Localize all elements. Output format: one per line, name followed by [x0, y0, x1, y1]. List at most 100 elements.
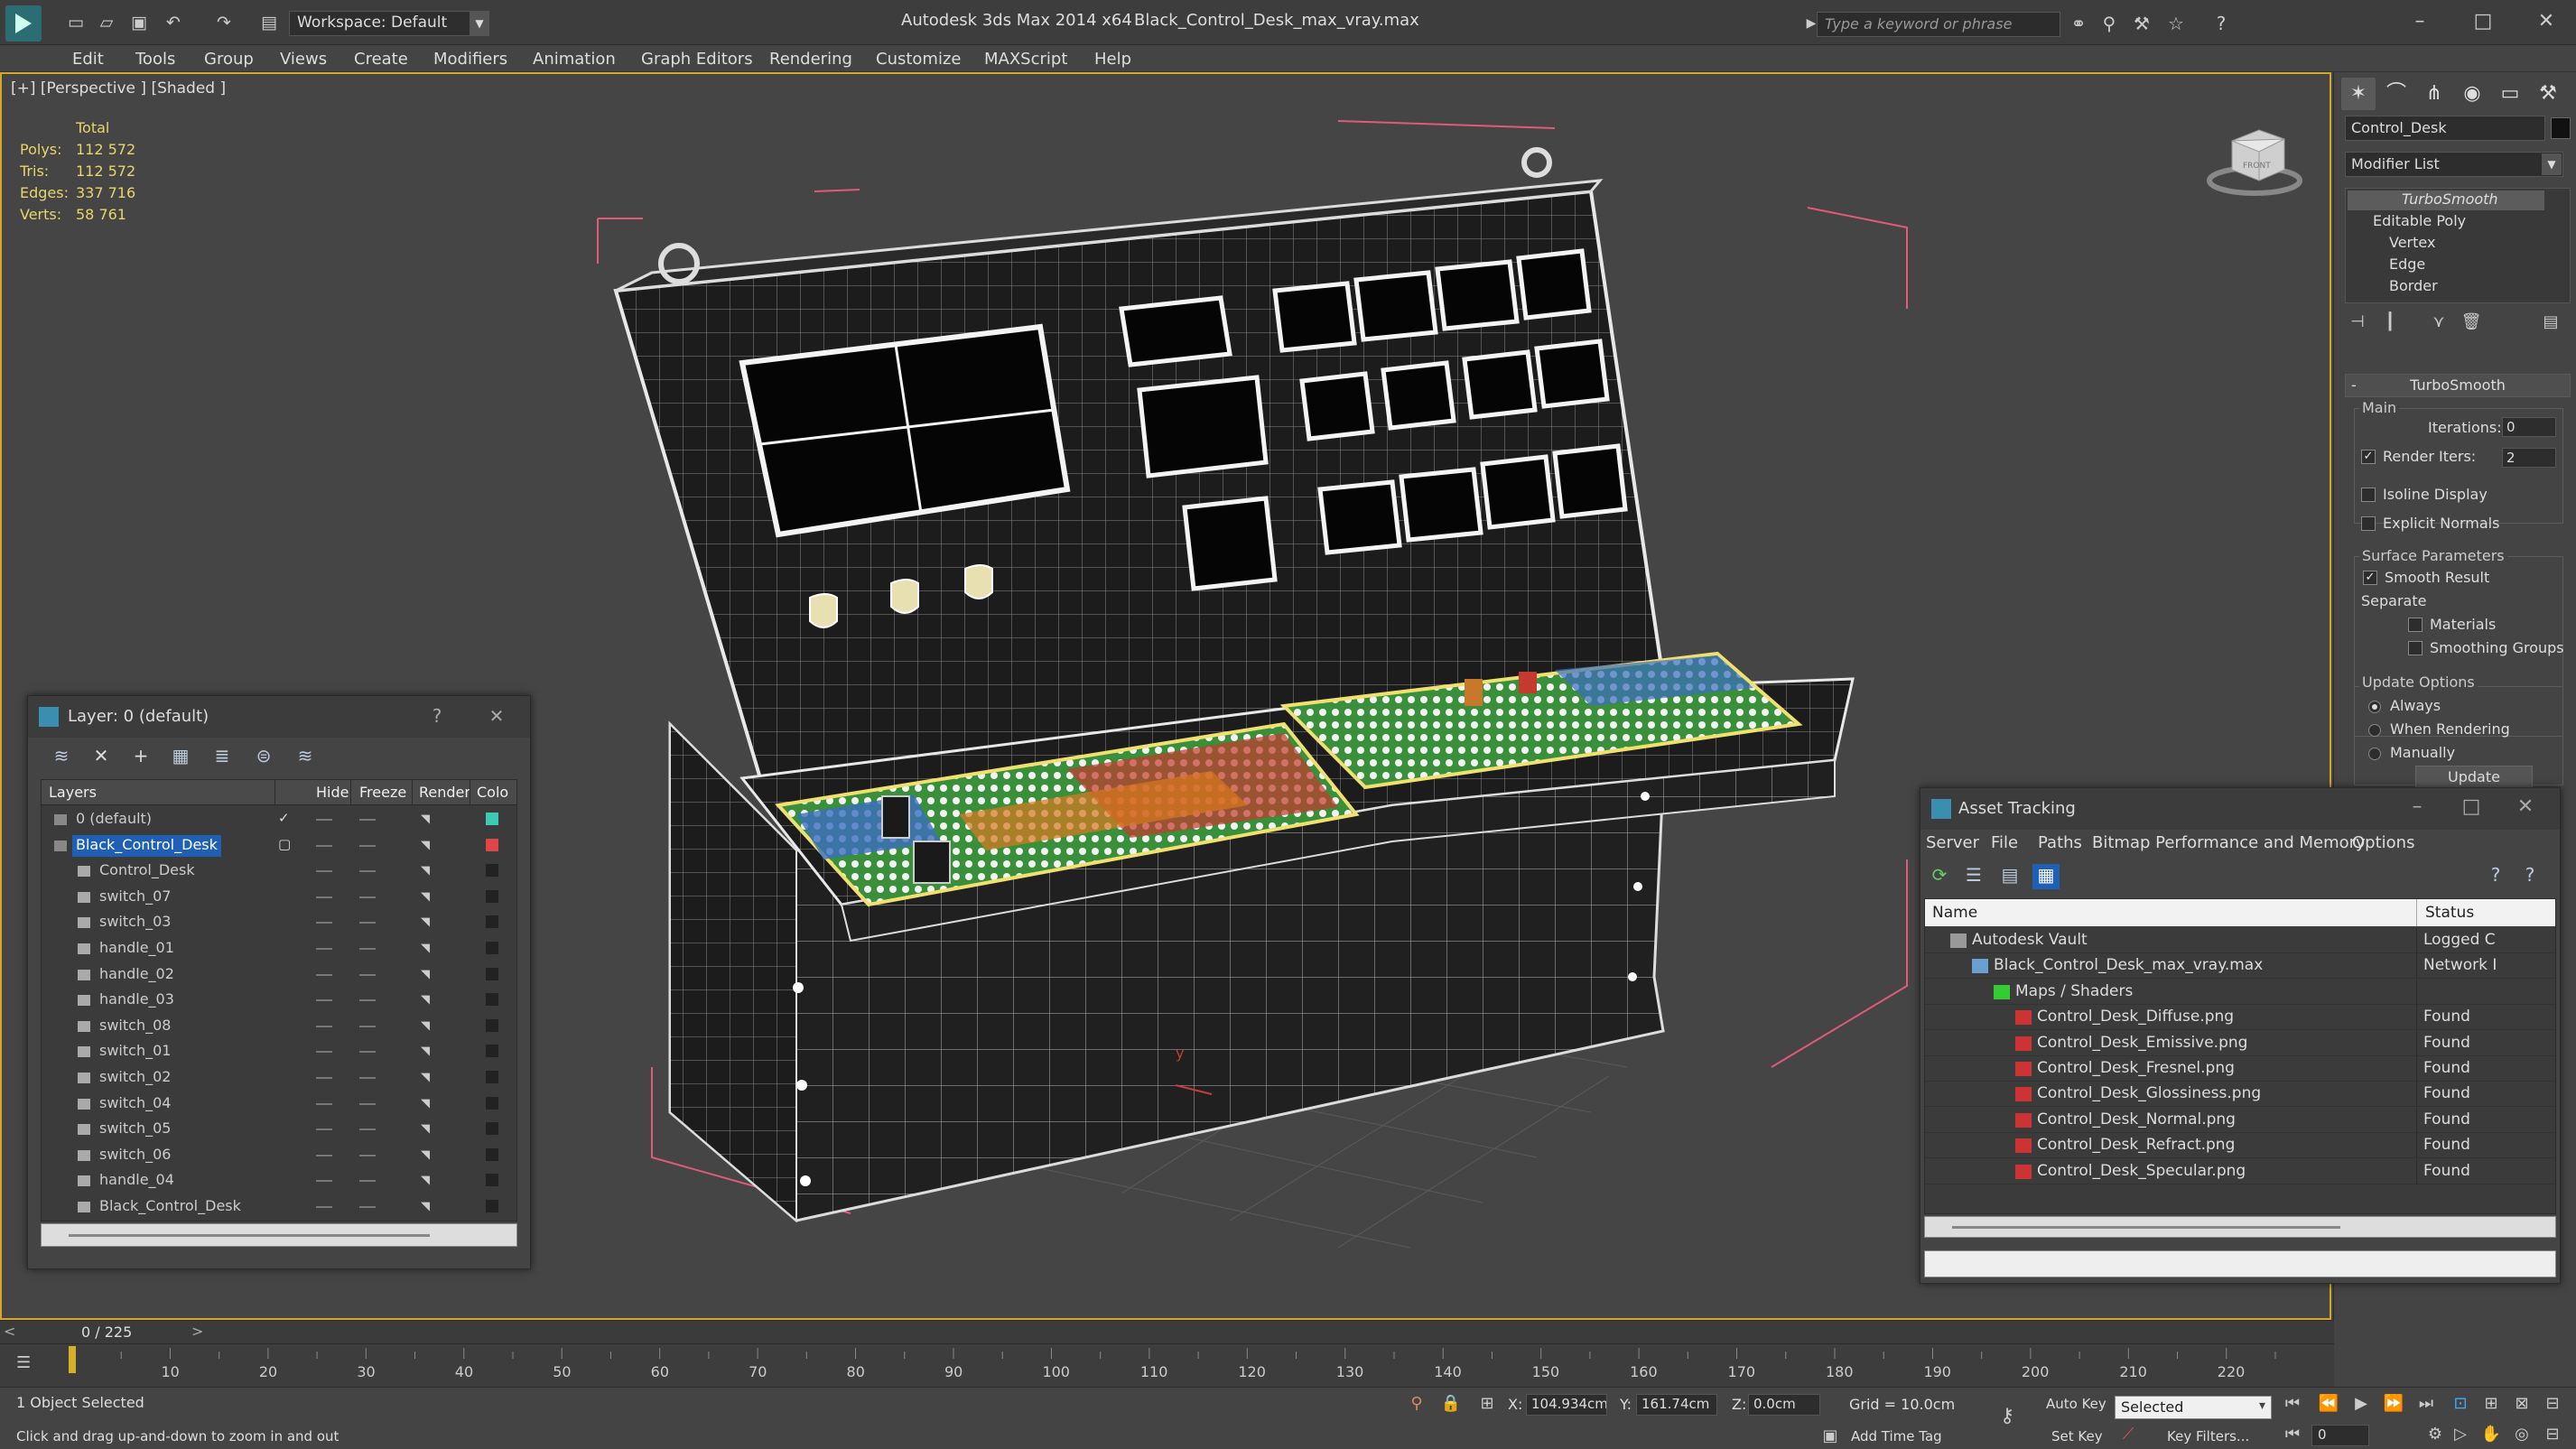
- redo-icon[interactable]: ↷: [213, 14, 235, 32]
- stack-item-vertex[interactable]: Vertex: [2389, 234, 2435, 251]
- menu-edit[interactable]: Edit: [72, 50, 104, 69]
- hide-all-layers-icon[interactable]: ⊜: [250, 745, 277, 770]
- layer-row[interactable]: switch_03 ◥: [42, 910, 516, 935]
- menu-modifiers[interactable]: Modifiers: [433, 50, 507, 69]
- asset-row[interactable]: Control_Desk_Normal.png Found: [1925, 1107, 2555, 1133]
- layer-row[interactable]: switch_01 ◥: [42, 1039, 516, 1064]
- maximize-icon[interactable]: □: [2453, 795, 2489, 818]
- layer-row[interactable]: 0 (default) ✓ ◥: [42, 807, 516, 832]
- show-end-result-icon[interactable]: ┃: [2377, 312, 2403, 336]
- asset-menu-file[interactable]: File: [1991, 833, 2018, 852]
- hide-toggle[interactable]: [316, 1180, 332, 1183]
- prev-frame-icon[interactable]: <: [4, 1323, 15, 1340]
- make-unique-icon[interactable]: ⋎: [2426, 312, 2451, 336]
- refresh-icon[interactable]: ⟳: [1926, 864, 1953, 889]
- z-coordinate-field[interactable]: 0.0cm: [1748, 1394, 1820, 1416]
- layer-name[interactable]: switch_05: [96, 1119, 174, 1140]
- layer-name[interactable]: handle_04: [96, 1170, 178, 1192]
- layer-row[interactable]: Black_Control_Desk ◥: [42, 1194, 516, 1220]
- hide-toggle[interactable]: [316, 1129, 332, 1131]
- layer-name[interactable]: switch_03: [96, 912, 174, 933]
- hide-toggle[interactable]: [316, 819, 332, 821]
- current-frame-marker[interactable]: [69, 1346, 76, 1373]
- x-coordinate-field[interactable]: 104.934cm: [1526, 1394, 1607, 1416]
- freeze-toggle[interactable]: [359, 999, 376, 1002]
- iterations-spinner[interactable]: 0: [2502, 417, 2556, 437]
- project-folder-icon[interactable]: ▤: [258, 14, 280, 32]
- hide-toggle[interactable]: [316, 896, 332, 898]
- render-toggle-icon[interactable]: ◥: [421, 1045, 435, 1058]
- save-icon[interactable]: ▣: [128, 14, 150, 32]
- maximize-toggle-icon[interactable]: ⊟: [2541, 1425, 2564, 1444]
- render-toggle-icon[interactable]: ◥: [421, 1071, 435, 1084]
- freeze-toggle[interactable]: [359, 1129, 376, 1131]
- stack-item-turbosmooth[interactable]: TurboSmooth: [2348, 190, 2544, 210]
- menu-graph-editors[interactable]: Graph Editors: [641, 50, 753, 69]
- hide-toggle[interactable]: [316, 1102, 332, 1105]
- current-layer-check-icon[interactable]: ✓: [278, 810, 290, 826]
- layer-color-swatch[interactable]: [486, 993, 498, 1007]
- col-status[interactable]: Status: [2425, 904, 2474, 922]
- layer-name[interactable]: Black_Control_Desk: [96, 1196, 245, 1218]
- asset-row[interactable]: Control_Desk_Glossiness.png Found: [1925, 1082, 2555, 1108]
- zoom-all-icon[interactable]: ⊞: [2479, 1394, 2503, 1413]
- set-key-icon[interactable]: ⟋: [2116, 1425, 2140, 1444]
- layer-name[interactable]: switch_01: [96, 1041, 174, 1063]
- smooth-result-checkbox[interactable]: ✓: [2363, 571, 2377, 585]
- goto-end-icon[interactable]: ⏭: [2414, 1394, 2438, 1413]
- close-icon[interactable]: ✕: [485, 705, 508, 727]
- menu-customize[interactable]: Customize: [876, 50, 961, 69]
- col-freeze[interactable]: Freeze: [359, 784, 406, 801]
- key-mode-dropdown[interactable]: Selected: [2115, 1396, 2272, 1419]
- render-iters-spinner[interactable]: 2: [2502, 448, 2556, 468]
- thumbnail-view-icon[interactable]: ▤: [1996, 864, 2023, 889]
- layer-row[interactable]: handle_03 ◥: [42, 988, 516, 1013]
- layer-row[interactable]: Control_Desk ◥: [42, 859, 516, 884]
- layer-row[interactable]: handle_01 ◥: [42, 936, 516, 961]
- layer-color-swatch[interactable]: [486, 1174, 498, 1187]
- layer-color-swatch[interactable]: [486, 1045, 498, 1058]
- layer-row[interactable]: switch_02 ◥: [42, 1065, 516, 1091]
- menu-tools[interactable]: Tools: [135, 50, 175, 69]
- col-name[interactable]: Name: [1932, 904, 1977, 922]
- render-toggle-icon[interactable]: ◥: [421, 1200, 435, 1213]
- render-toggle-icon[interactable]: ◥: [421, 890, 435, 904]
- layer-color-swatch[interactable]: [486, 967, 498, 980]
- layer-name[interactable]: switch_06: [96, 1145, 174, 1166]
- add-time-tag-label[interactable]: Add Time Tag: [1851, 1428, 1942, 1444]
- utilities-tab-icon[interactable]: ⚒: [2531, 78, 2565, 110]
- asset-menu-server[interactable]: Server: [1926, 833, 1979, 852]
- render-toggle-icon[interactable]: ◥: [421, 968, 435, 981]
- layer-name[interactable]: switch_07: [96, 887, 174, 908]
- smoothing-groups-checkbox[interactable]: [2408, 641, 2423, 655]
- layer-row[interactable]: switch_06 ◥: [42, 1143, 516, 1168]
- layer-color-swatch[interactable]: [486, 915, 498, 929]
- asset-row[interactable]: Autodesk Vault Logged C: [1925, 928, 2555, 953]
- render-toggle-icon[interactable]: ◥: [421, 915, 435, 929]
- freeze-all-layers-icon[interactable]: ≋: [292, 745, 319, 770]
- isoline-display-checkbox[interactable]: [2361, 488, 2376, 502]
- help-context-icon[interactable]: ?: [2516, 864, 2543, 889]
- hide-toggle[interactable]: [316, 1077, 332, 1079]
- render-toggle-icon[interactable]: ◥: [421, 1097, 435, 1110]
- menu-maxscript[interactable]: MAXScript: [984, 50, 1067, 69]
- set-current-layer-icon[interactable]: ▢: [278, 836, 291, 852]
- object-name-field[interactable]: Control_Desk: [2345, 116, 2545, 141]
- layer-row[interactable]: Black_Control_Desk ▢ ◥: [42, 833, 516, 859]
- layer-row[interactable]: switch_08 ◥: [42, 1014, 516, 1039]
- modifier-list-dropdown[interactable]: Modifier List: [2345, 152, 2563, 177]
- menu-group[interactable]: Group: [204, 50, 254, 69]
- display-tab-icon[interactable]: ▭: [2493, 78, 2527, 110]
- hide-toggle[interactable]: [316, 1025, 332, 1027]
- freeze-toggle[interactable]: [359, 973, 376, 976]
- layer-row[interactable]: handle_02 ◥: [42, 962, 516, 988]
- add-to-layer-icon[interactable]: +: [127, 745, 154, 770]
- open-file-icon[interactable]: ▱: [96, 14, 117, 32]
- layer-row[interactable]: switch_04 ◥: [42, 1091, 516, 1117]
- hide-toggle[interactable]: [316, 948, 332, 950]
- asset-row[interactable]: Black_Control_Desk_max_vray.max Network I: [1925, 953, 2555, 980]
- render-toggle-icon[interactable]: ◥: [421, 864, 435, 878]
- layer-color-swatch[interactable]: [486, 838, 498, 851]
- manually-radio[interactable]: [2368, 748, 2381, 760]
- update-button[interactable]: Update: [2415, 766, 2533, 789]
